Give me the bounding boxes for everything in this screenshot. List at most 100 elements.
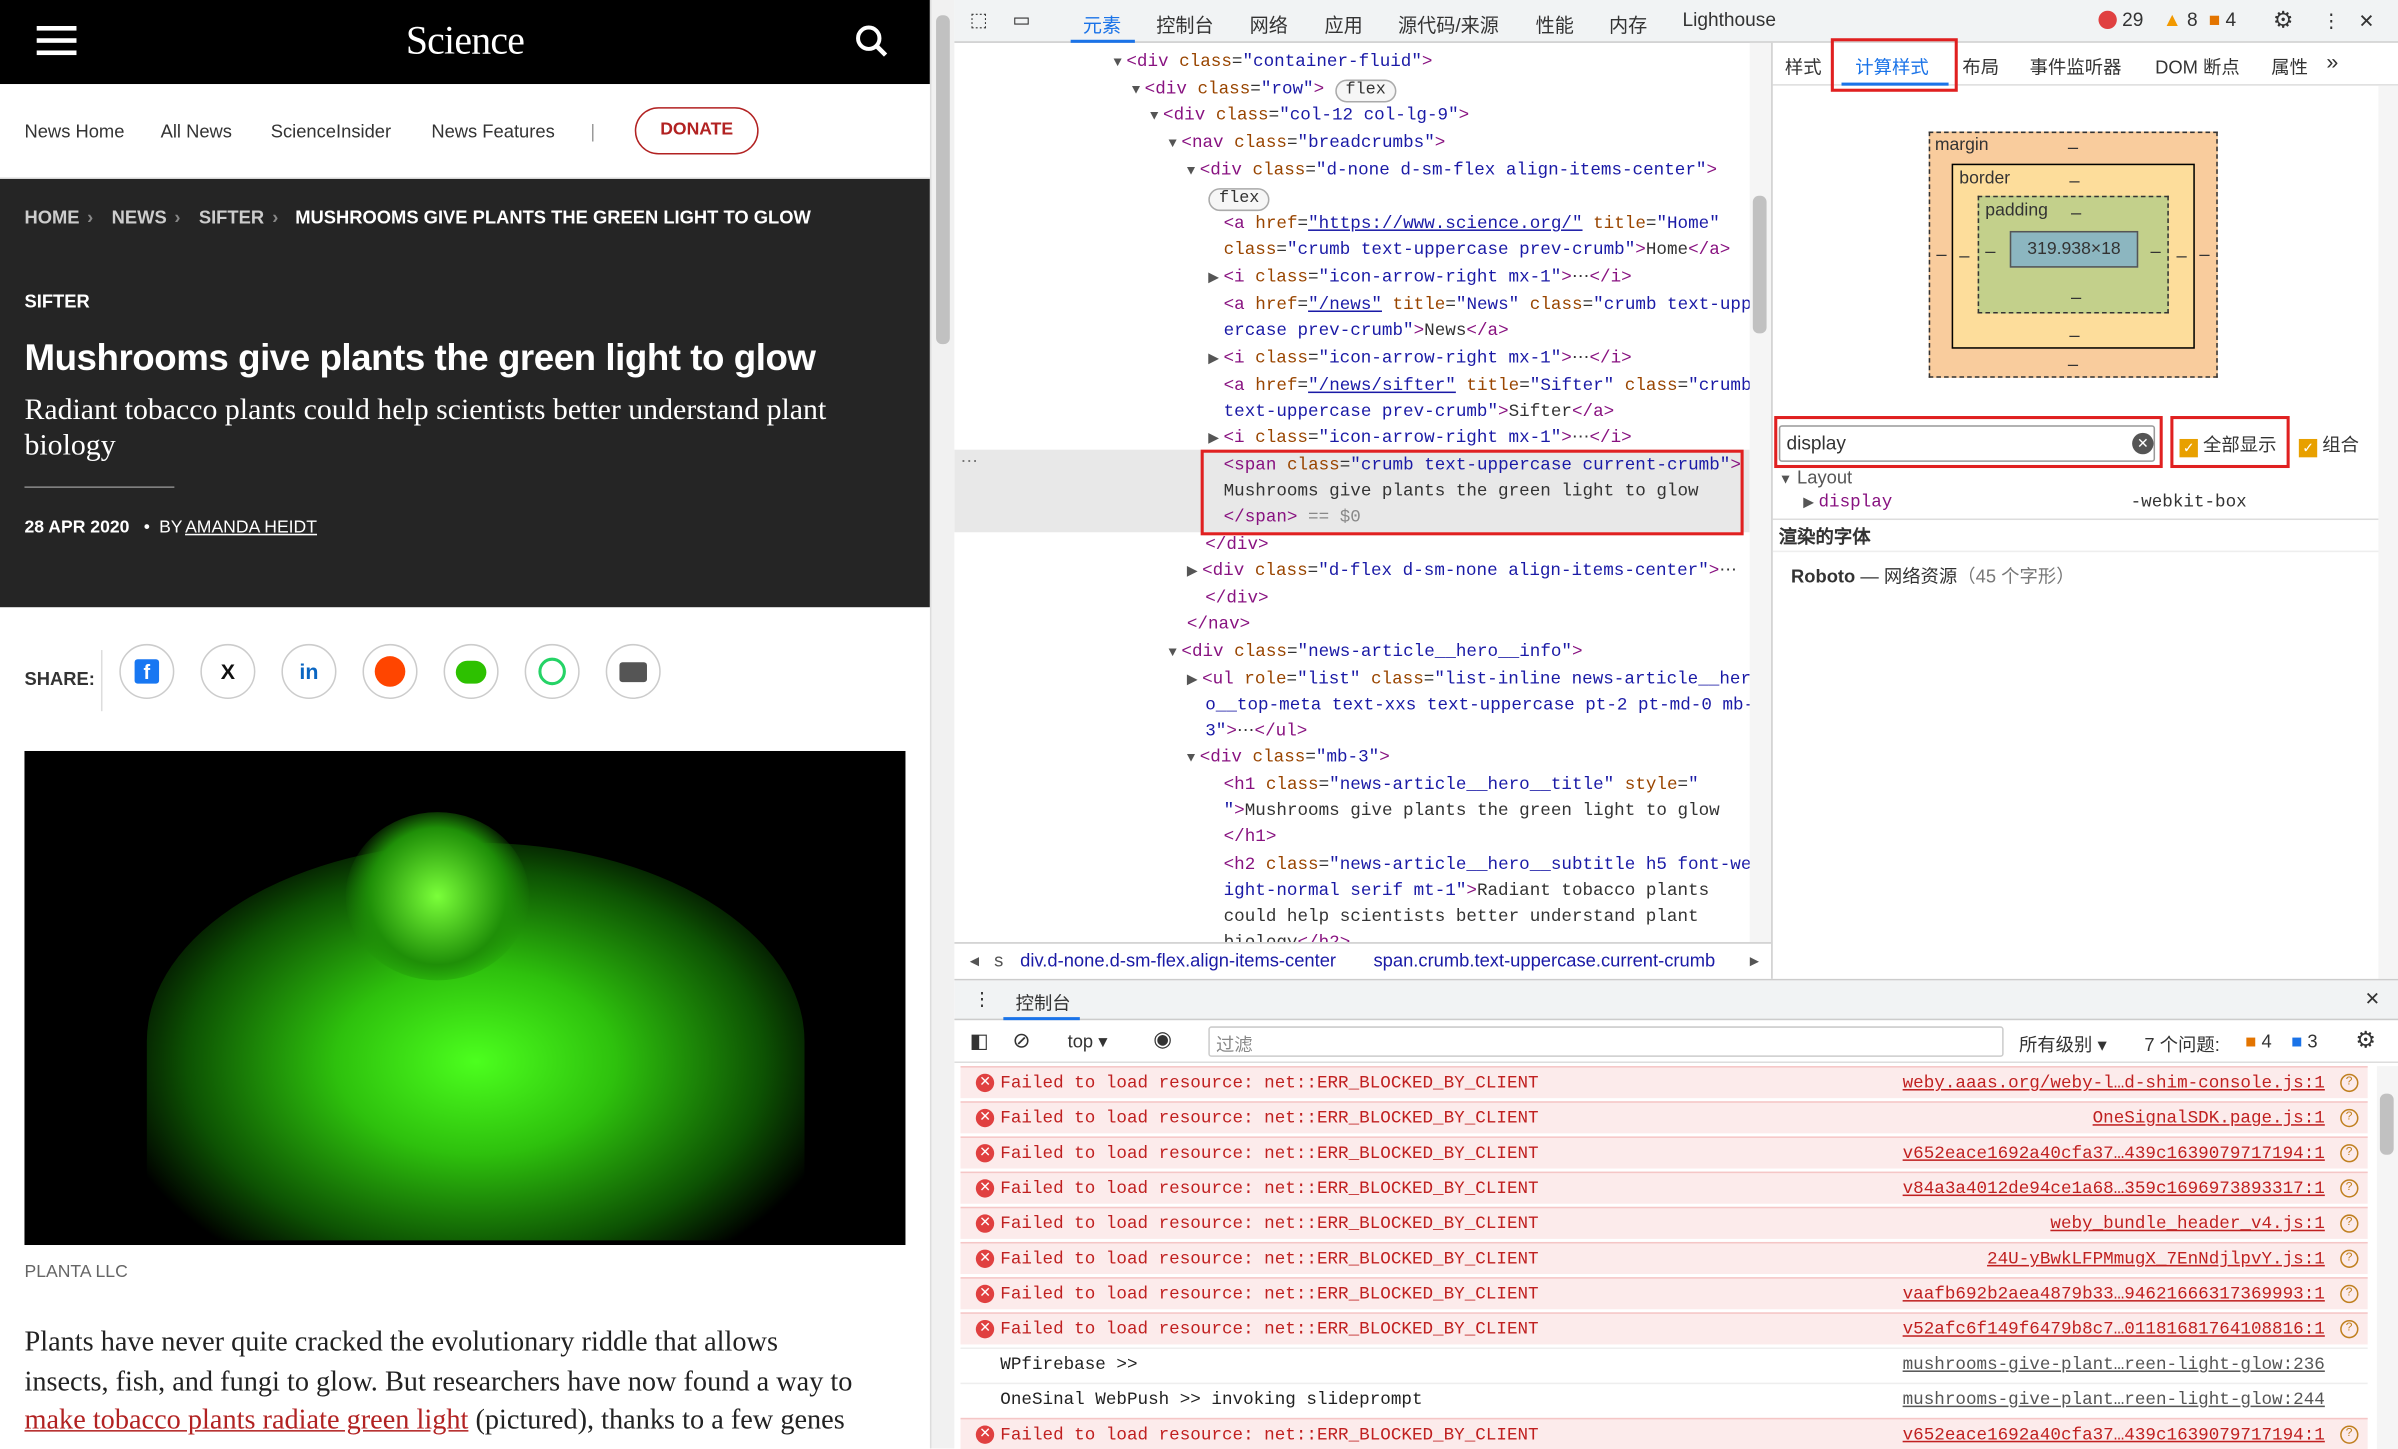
console-log-row[interactable]: WPfirebase >> mushrooms-give-plant…reen-l…: [960, 1347, 2368, 1381]
console-error-row[interactable]: ✕ Failed to load resource: net::ERR_BLOCK…: [960, 1312, 2368, 1346]
tab-network[interactable]: 网络: [1250, 9, 1288, 38]
issues-badge-b[interactable]: ■ 3: [2291, 1031, 2317, 1052]
lookup-icon[interactable]: ?: [2340, 1425, 2359, 1444]
computed-scrollbar[interactable]: [2378, 85, 2398, 979]
tab-layout[interactable]: 布局: [1962, 54, 1999, 80]
lookup-icon[interactable]: ?: [2340, 1144, 2359, 1163]
tab-dom-breakpoints[interactable]: DOM 断点: [2155, 54, 2240, 80]
lookup-icon[interactable]: ?: [2340, 1214, 2359, 1233]
layout-group[interactable]: ▼ Layout: [1779, 466, 1852, 487]
body-link[interactable]: make tobacco plants radiate green light: [24, 1406, 468, 1437]
tab-sources[interactable]: 源代码/来源: [1398, 9, 1499, 38]
console-source-link[interactable]: v652eace1692a40cfa37…439c1639079717194:1: [1903, 1138, 2325, 1170]
dom-scrollbar[interactable]: [1749, 42, 1772, 943]
email-icon[interactable]: [605, 643, 661, 699]
error-count-badge[interactable]: 29: [2098, 9, 2143, 31]
lookup-icon[interactable]: ?: [2340, 1249, 2359, 1268]
tab-event-listeners[interactable]: 事件监听器: [2030, 54, 2122, 80]
facebook-icon[interactable]: f: [119, 643, 175, 699]
chevron-right-icon: ›: [87, 206, 94, 228]
search-icon[interactable]: [855, 24, 889, 58]
issues-badge-a[interactable]: ■ 4: [2245, 1031, 2271, 1052]
lookup-icon[interactable]: ?: [2340, 1073, 2359, 1093]
eye-icon[interactable]: ◉: [1153, 1026, 1172, 1052]
levels-select[interactable]: 所有级别 ▾: [2019, 1031, 2107, 1057]
crumb-home[interactable]: HOME: [24, 206, 79, 227]
close-icon[interactable]: ✕: [2358, 9, 2374, 32]
lookup-icon[interactable]: ?: [2340, 1284, 2359, 1304]
console-error-row[interactable]: ✕ Failed to load resource: net::ERR_BLOCK…: [960, 1241, 2368, 1275]
linkedin-icon[interactable]: in: [281, 643, 337, 699]
whatsapp-icon[interactable]: [524, 643, 580, 699]
lookup-icon[interactable]: ?: [2340, 1319, 2359, 1339]
lookup-icon[interactable]: ?: [2340, 1108, 2359, 1128]
console-scrollbar[interactable]: [2376, 1066, 2398, 1449]
page-scrollbar[interactable]: [929, 0, 955, 1449]
more-tabs-icon[interactable]: »: [2326, 49, 2338, 73]
console-source-link[interactable]: v84a3a4012de94ce1a68…359c1696973893317:1: [1903, 1173, 2325, 1205]
group-checkbox[interactable]: ✓ 组合: [2298, 431, 2359, 458]
sidebar-toggle-icon[interactable]: ◧: [970, 1029, 989, 1053]
tab-performance[interactable]: 性能: [1536, 9, 1574, 38]
console-source-link[interactable]: OneSignalSDK.page.js:1: [2093, 1103, 2325, 1135]
chevron-left-icon[interactable]: ◂: [970, 950, 979, 971]
lookup-icon[interactable]: ?: [2340, 1179, 2359, 1198]
author-link[interactable]: AMANDA HEIDT: [185, 519, 317, 537]
donate-button[interactable]: DONATE: [634, 107, 759, 155]
crumb-sifter[interactable]: SIFTER: [199, 206, 264, 227]
console-error-row[interactable]: ✕ Failed to load resource: net::ERR_BLOCK…: [960, 1171, 2368, 1205]
console-error-row[interactable]: ✕ Failed to load resource: net::ERR_BLOCK…: [960, 1206, 2368, 1240]
console-source-link[interactable]: vaafb692b2aea4879b33…94621666317369993:1: [1903, 1279, 2325, 1311]
box-model: margin – – – – border – – – – padding – …: [1928, 131, 2218, 378]
warning-count-badge[interactable]: ▲ 8: [2163, 9, 2198, 30]
tab-lighthouse[interactable]: Lighthouse: [1682, 9, 1776, 30]
section-label[interactable]: SIFTER: [24, 291, 89, 312]
close-drawer-icon[interactable]: ✕: [2365, 988, 2380, 1009]
console-settings-icon[interactable]: ⚙: [2355, 1026, 2376, 1054]
console-source-link[interactable]: weby.aaas.org/weby-l…d-shim-console.js:1: [1903, 1068, 2325, 1100]
issues-label[interactable]: 7 个问题:: [2144, 1031, 2219, 1057]
console-source-link[interactable]: mushrooms-give-plant…reen-light-glow:244: [1903, 1384, 2325, 1416]
display-property[interactable]: ▶ display: [1803, 492, 1892, 512]
console-source-link[interactable]: v652eace1692a40cfa37…439c1639079717194:1: [1903, 1419, 2325, 1449]
console-error-row[interactable]: ✕ Failed to load resource: net::ERR_BLOCK…: [960, 1101, 2368, 1135]
console-message: Failed to load resource: net::ERR_BLOCKE…: [1000, 1108, 1539, 1129]
reddit-icon[interactable]: [362, 643, 418, 699]
tab-elements[interactable]: 元素: [1083, 9, 1121, 38]
nav-news-features[interactable]: News Features: [431, 121, 554, 142]
console-source-link[interactable]: 24U-yBwkLFPMmugX_7EnNdjlpvY.js:1: [1987, 1243, 2325, 1275]
crumb-news[interactable]: NEWS: [112, 206, 167, 227]
inspect-icon[interactable]: ⬚: [970, 8, 988, 31]
path-item[interactable]: div.d-none.d-sm-flex.align-items-center: [1020, 950, 1336, 971]
console-filter-input[interactable]: 过滤: [1208, 1026, 2004, 1057]
clear-console-icon[interactable]: ⊘: [1013, 1028, 1031, 1054]
console-error-row[interactable]: ✕ Failed to load resource: net::ERR_BLOCK…: [960, 1277, 2368, 1311]
console-error-row[interactable]: ✕ Failed to load resource: net::ERR_BLOCK…: [960, 1136, 2368, 1170]
nav-all-news[interactable]: All News: [161, 121, 232, 142]
tab-console[interactable]: 控制台: [1156, 9, 1213, 38]
nav-news-home[interactable]: News Home: [24, 121, 124, 142]
console-source-link[interactable]: mushrooms-give-plant…reen-light-glow:236: [1903, 1349, 2325, 1381]
more-vertical-icon[interactable]: ⋮: [2322, 9, 2341, 32]
tab-styles[interactable]: 样式: [1785, 54, 1822, 80]
context-select[interactable]: top ▾: [1068, 1031, 1108, 1052]
info-count-badge[interactable]: ■ 4: [2209, 9, 2237, 30]
tab-application[interactable]: 应用: [1325, 9, 1363, 38]
console-error-row[interactable]: ✕ Failed to load resource: net::ERR_BLOCK…: [960, 1417, 2368, 1449]
wechat-icon[interactable]: [443, 643, 499, 699]
site-logo[interactable]: Science: [0, 18, 930, 64]
console-log-row[interactable]: OneSinal WebPush >> invoking slideprompt…: [960, 1382, 2368, 1416]
settings-gear-icon[interactable]: ⚙: [2273, 6, 2294, 34]
tab-memory[interactable]: 内存: [1609, 9, 1647, 38]
drawer-tab-console[interactable]: 控制台: [1016, 990, 1071, 1016]
console-source-link[interactable]: v52afc6f149f6479b8c7…01181681764108816:1: [1903, 1314, 2325, 1346]
chevron-right-icon[interactable]: ▸: [1750, 950, 1759, 971]
console-error-row[interactable]: ✕ Failed to load resource: net::ERR_BLOCK…: [960, 1066, 2368, 1100]
nav-scienceinsider[interactable]: ScienceInsider: [271, 121, 391, 142]
path-item-current[interactable]: span.crumb.text-uppercase.current-crumb: [1373, 950, 1715, 971]
tab-properties[interactable]: 属性: [2271, 54, 2308, 80]
console-source-link[interactable]: weby_bundle_header_v4.js:1: [2050, 1208, 2324, 1240]
device-toggle-icon[interactable]: ▭: [1013, 8, 1031, 31]
x-icon[interactable]: X: [200, 643, 256, 699]
drawer-menu-icon[interactable]: ⋮: [973, 988, 991, 1009]
